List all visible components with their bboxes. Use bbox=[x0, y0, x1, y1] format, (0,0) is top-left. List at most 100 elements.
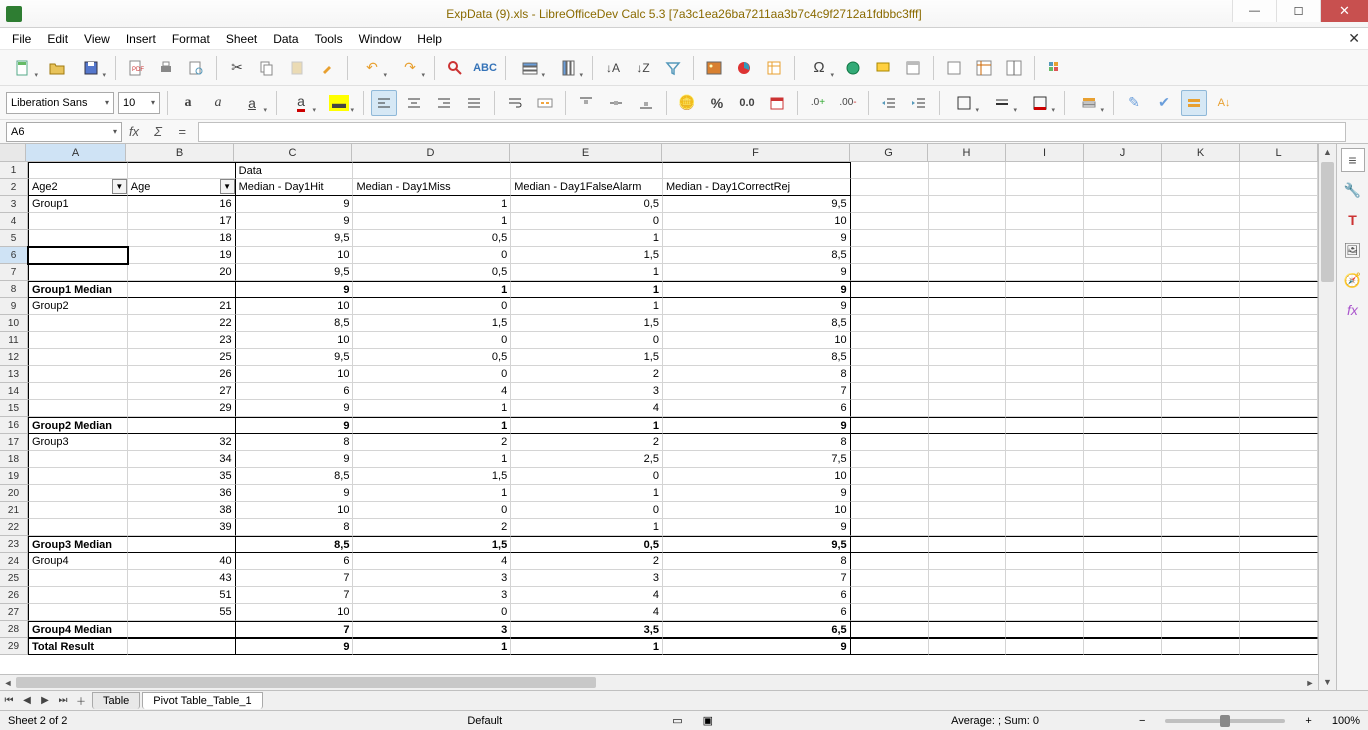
cell-K19[interactable] bbox=[1162, 468, 1240, 485]
increase-indent-button[interactable] bbox=[876, 90, 902, 116]
cell-J3[interactable] bbox=[1084, 196, 1162, 213]
font-name-combo[interactable]: Liberation Sans bbox=[6, 92, 114, 114]
highlight-color-button[interactable]: ▬ bbox=[322, 90, 356, 116]
cell-I20[interactable] bbox=[1006, 485, 1084, 502]
cell-K3[interactable] bbox=[1162, 196, 1240, 213]
cell-A13[interactable] bbox=[28, 366, 128, 383]
cell-I5[interactable] bbox=[1006, 230, 1084, 247]
row-header[interactable]: 23 bbox=[0, 536, 28, 553]
cell-E13[interactable]: 2 bbox=[511, 366, 663, 383]
cell-E28[interactable]: 3,5 bbox=[511, 621, 663, 638]
cell-B29[interactable] bbox=[128, 638, 236, 655]
cell-H13[interactable] bbox=[929, 366, 1007, 383]
cell-L18[interactable] bbox=[1240, 451, 1318, 468]
cell-D15[interactable]: 1 bbox=[353, 400, 511, 417]
define-print-area-button[interactable] bbox=[941, 55, 967, 81]
sidepanel-functions-icon[interactable]: fx bbox=[1341, 298, 1365, 322]
cell-F6[interactable]: 8,5 bbox=[663, 247, 851, 264]
cell-D9[interactable]: 0 bbox=[353, 298, 511, 315]
align-justify-button[interactable] bbox=[461, 90, 487, 116]
cell-D17[interactable]: 2 bbox=[353, 434, 511, 451]
cell-H21[interactable] bbox=[929, 502, 1007, 519]
cell-I14[interactable] bbox=[1006, 383, 1084, 400]
cell-K25[interactable] bbox=[1162, 570, 1240, 587]
column-header-K[interactable]: K bbox=[1162, 144, 1240, 161]
cell-G1[interactable] bbox=[851, 162, 929, 179]
cell-I21[interactable] bbox=[1006, 502, 1084, 519]
zoom-out-button[interactable]: − bbox=[1139, 715, 1145, 727]
decrease-indent-button[interactable] bbox=[906, 90, 932, 116]
cell-I4[interactable] bbox=[1006, 213, 1084, 230]
cell-C23[interactable]: 8,5 bbox=[236, 536, 354, 553]
cell-G5[interactable] bbox=[851, 230, 929, 247]
cell-H4[interactable] bbox=[929, 213, 1007, 230]
cell-J10[interactable] bbox=[1084, 315, 1162, 332]
cell-E6[interactable]: 1,5 bbox=[511, 247, 663, 264]
column-header-F[interactable]: F bbox=[662, 144, 850, 161]
cell-H8[interactable] bbox=[929, 281, 1007, 298]
spellcheck-button[interactable]: ABC bbox=[472, 55, 498, 81]
cell-L3[interactable] bbox=[1240, 196, 1318, 213]
cell-I19[interactable] bbox=[1006, 468, 1084, 485]
cell-L14[interactable] bbox=[1240, 383, 1318, 400]
cell-J27[interactable] bbox=[1084, 604, 1162, 621]
cell-G12[interactable] bbox=[851, 349, 929, 366]
cell-E21[interactable]: 0 bbox=[511, 502, 663, 519]
cell-K28[interactable] bbox=[1162, 621, 1240, 638]
cell-A9[interactable]: Group2 bbox=[28, 298, 128, 315]
cell-H9[interactable] bbox=[929, 298, 1007, 315]
row-header[interactable]: 14 bbox=[0, 383, 28, 400]
row-header[interactable]: 2 bbox=[0, 179, 28, 196]
cell-F8[interactable]: 9 bbox=[663, 281, 851, 298]
cell-H2[interactable] bbox=[929, 179, 1007, 196]
cell-C13[interactable]: 10 bbox=[236, 366, 354, 383]
cell-E7[interactable]: 1 bbox=[511, 264, 663, 281]
cell-B9[interactable]: 21 bbox=[128, 298, 236, 315]
cell-F7[interactable]: 9 bbox=[663, 264, 851, 281]
cell-B23[interactable] bbox=[128, 536, 236, 553]
cell-L1[interactable] bbox=[1240, 162, 1318, 179]
cell-A29[interactable]: Total Result bbox=[28, 638, 128, 655]
cell-L2[interactable] bbox=[1240, 179, 1318, 196]
cell-E2[interactable]: Median - Day1FalseAlarm bbox=[511, 179, 663, 196]
cell-C10[interactable]: 8,5 bbox=[236, 315, 354, 332]
cell-D16[interactable]: 1 bbox=[353, 417, 511, 434]
cell-J17[interactable] bbox=[1084, 434, 1162, 451]
cell-C17[interactable]: 8 bbox=[236, 434, 354, 451]
cell-D1[interactable] bbox=[353, 162, 511, 179]
cell-G17[interactable] bbox=[851, 434, 929, 451]
row-header[interactable]: 1 bbox=[0, 162, 28, 179]
cell-L24[interactable] bbox=[1240, 553, 1318, 570]
menu-sheet[interactable]: Sheet bbox=[218, 30, 265, 48]
cell-B7[interactable]: 20 bbox=[128, 264, 236, 281]
save-button[interactable] bbox=[74, 55, 108, 81]
currency-button[interactable]: 🪙 bbox=[674, 90, 700, 116]
cell-E16[interactable]: 1 bbox=[511, 417, 663, 434]
cell-D8[interactable]: 1 bbox=[353, 281, 511, 298]
cell-A26[interactable] bbox=[28, 587, 128, 604]
cell-L25[interactable] bbox=[1240, 570, 1318, 587]
italic-button[interactable]: a bbox=[205, 90, 231, 116]
cell-J5[interactable] bbox=[1084, 230, 1162, 247]
scroll-up-button[interactable]: ▲ bbox=[1319, 144, 1336, 160]
cell-C27[interactable]: 10 bbox=[236, 604, 354, 621]
cell-A23[interactable]: Group3 Median bbox=[28, 536, 128, 553]
menu-edit[interactable]: Edit bbox=[39, 30, 76, 48]
sum-button[interactable]: Σ bbox=[146, 122, 170, 142]
cell-L27[interactable] bbox=[1240, 604, 1318, 621]
copy-button[interactable] bbox=[254, 55, 280, 81]
cell-C11[interactable]: 10 bbox=[236, 332, 354, 349]
filter-button[interactable]: ✔ bbox=[1151, 90, 1177, 116]
cell-D3[interactable]: 1 bbox=[353, 196, 511, 213]
cell-L13[interactable] bbox=[1240, 366, 1318, 383]
cell-A22[interactable] bbox=[28, 519, 128, 536]
cell-G16[interactable] bbox=[851, 417, 929, 434]
cell-G15[interactable] bbox=[851, 400, 929, 417]
function-button[interactable]: = bbox=[170, 122, 194, 142]
minimize-button[interactable] bbox=[1232, 0, 1276, 22]
cell-H25[interactable] bbox=[929, 570, 1007, 587]
cell-E29[interactable]: 1 bbox=[511, 638, 663, 655]
cell-A10[interactable] bbox=[28, 315, 128, 332]
bold-button[interactable]: a bbox=[175, 90, 201, 116]
cell-H22[interactable] bbox=[929, 519, 1007, 536]
